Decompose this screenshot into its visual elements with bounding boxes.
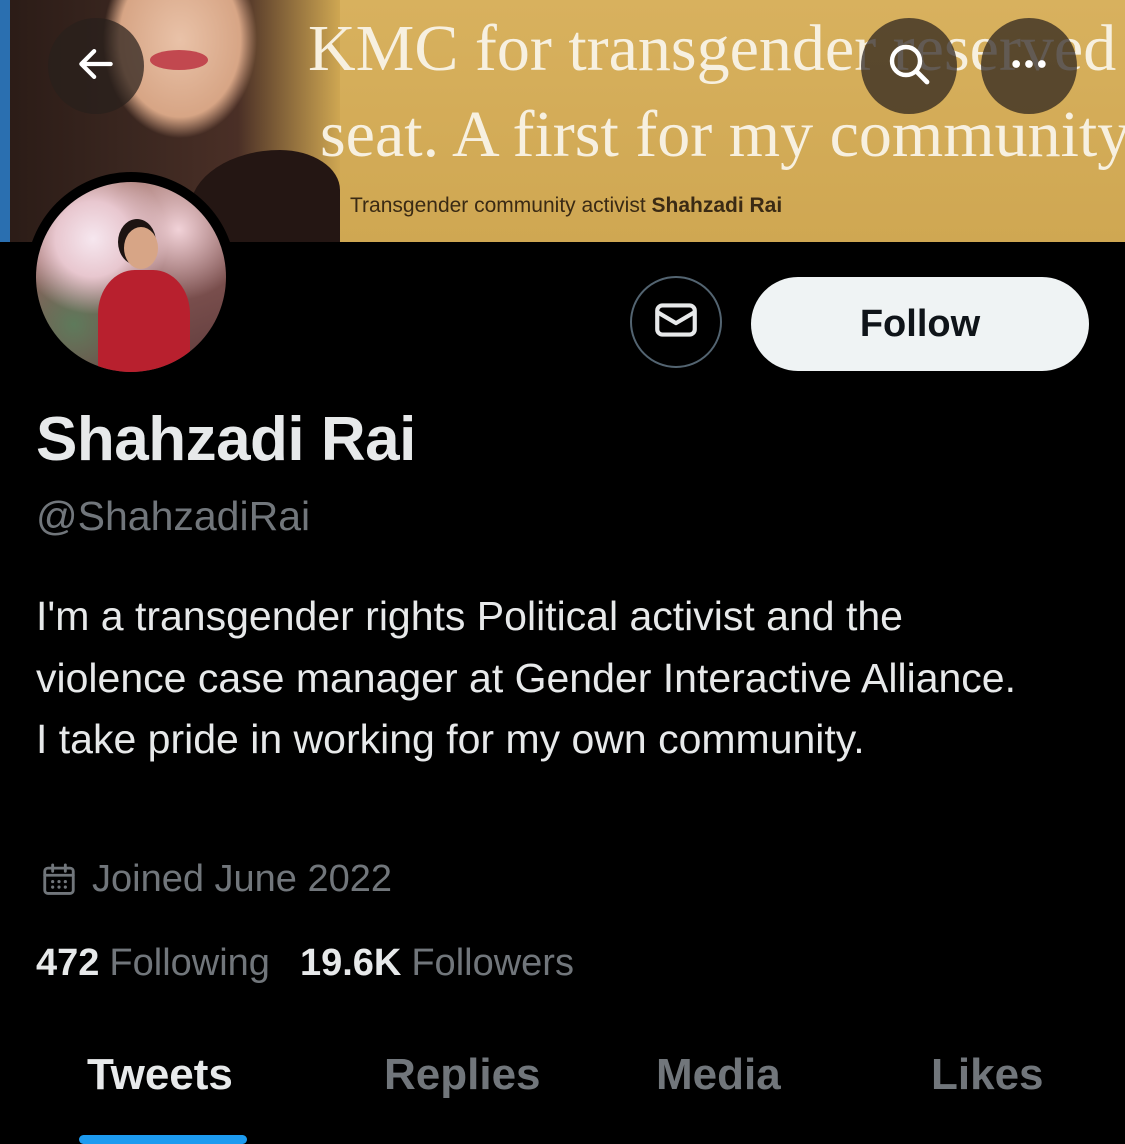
following-label: Following bbox=[109, 942, 270, 984]
follow-stats: 472 Following 19.6K Followers bbox=[36, 942, 604, 985]
followers-count: 19.6K bbox=[299, 942, 402, 984]
banner-caption-prefix: Transgender community activist bbox=[350, 194, 652, 217]
user-handle: @ShahzadiRai bbox=[36, 493, 311, 539]
back-button[interactable] bbox=[48, 18, 144, 114]
banner-caption: Transgender community activist Shahzadi … bbox=[350, 194, 782, 218]
profile-tabs: Tweets Replies Media Likes bbox=[0, 1040, 1125, 1144]
calendar-icon bbox=[40, 861, 78, 899]
banner-face-detail bbox=[150, 50, 208, 70]
avatar-dress bbox=[98, 270, 190, 372]
search-button[interactable] bbox=[861, 18, 957, 114]
avatar-photo bbox=[36, 182, 226, 372]
tab-media[interactable]: Media bbox=[656, 1050, 781, 1100]
banner-stripe bbox=[0, 0, 10, 242]
avatar[interactable] bbox=[26, 172, 236, 382]
joined-date: Joined June 2022 bbox=[40, 858, 392, 901]
active-tab-indicator bbox=[79, 1135, 247, 1144]
tab-replies[interactable]: Replies bbox=[384, 1050, 541, 1100]
follow-button[interactable]: Follow bbox=[751, 277, 1089, 371]
avatar-head bbox=[124, 227, 158, 269]
followers-link[interactable]: 19.6K Followers bbox=[300, 942, 574, 985]
message-button[interactable] bbox=[630, 276, 722, 368]
following-count: 472 bbox=[36, 942, 100, 984]
banner-caption-name: Shahzadi Rai bbox=[651, 194, 783, 217]
following-link[interactable]: 472 Following bbox=[36, 942, 270, 985]
envelope-icon bbox=[651, 295, 701, 350]
display-name: Shahzadi Rai bbox=[36, 405, 416, 474]
tab-likes[interactable]: Likes bbox=[931, 1050, 1044, 1100]
joined-text: Joined June 2022 bbox=[92, 858, 393, 900]
search-icon bbox=[885, 40, 933, 93]
followers-label: Followers bbox=[411, 942, 574, 984]
arrow-left-icon bbox=[74, 42, 118, 91]
profile-bio: I'm a transgender rights Political activ… bbox=[36, 593, 1016, 762]
more-options-button[interactable] bbox=[981, 18, 1077, 114]
more-horizontal-icon bbox=[1007, 42, 1051, 91]
tab-tweets[interactable]: Tweets bbox=[87, 1050, 233, 1100]
